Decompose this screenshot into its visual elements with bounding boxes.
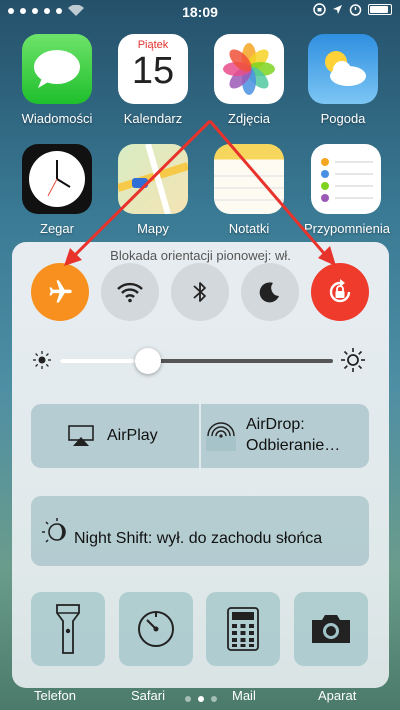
bluetooth-toggle[interactable] [171, 263, 229, 321]
map-icon [118, 144, 188, 214]
dock-label-phone[interactable]: Telefon [34, 688, 76, 703]
airdrop-button[interactable]: AirDrop: Odbieranie… [201, 404, 369, 468]
airplay-button[interactable]: AirPlay [31, 404, 199, 468]
status-bar: 18:09 [0, 0, 400, 24]
app-calendar[interactable]: Piątek 15 Kalendarz [111, 34, 195, 126]
clock-face-icon [29, 151, 85, 207]
alarm-status-icon [349, 4, 362, 16]
dock-label-camera[interactable]: Aparat [318, 688, 356, 703]
airplane-mode-toggle[interactable] [31, 263, 89, 321]
do-not-disturb-toggle[interactable] [241, 263, 299, 321]
photos-flower-icon [223, 43, 275, 95]
airdrop-label-line1: AirDrop: [246, 416, 305, 433]
airplane-icon [49, 280, 72, 303]
flashlight-button[interactable] [31, 592, 105, 666]
app-photos[interactable]: Zdjęcia [207, 34, 291, 126]
app-label: Notatki [228, 221, 270, 236]
page-indicator [185, 696, 217, 702]
app-label: Wiadomości [21, 111, 93, 126]
battery-icon [368, 4, 392, 15]
weather-sun-cloud-icon [325, 51, 366, 86]
brightness-slider-knob[interactable] [135, 348, 162, 374]
orientation-lock-hint: Blokada orientacji pionowej: wł. [110, 248, 291, 263]
app-label: Przypomnienia [304, 221, 390, 236]
night-shift-label: Night Shift: wył. do zachodu słońca [74, 530, 323, 547]
calendar-day-number: 15 [131, 50, 175, 92]
app-clock[interactable]: Zegar [15, 144, 99, 236]
orientation-lock-toggle[interactable] [311, 263, 369, 321]
flashlight-icon [56, 604, 80, 654]
brightness-high-icon [341, 348, 365, 372]
app-label: Zdjęcia [228, 111, 270, 126]
app-label: Mapy [137, 221, 169, 236]
location-status-icon [333, 5, 342, 14]
timer-button[interactable] [119, 592, 193, 666]
app-maps[interactable]: Mapy [111, 144, 195, 236]
app-weather[interactable]: Pogoda [301, 34, 385, 126]
moon-icon [259, 282, 279, 303]
wifi-toggle[interactable] [101, 263, 159, 321]
app-label: Pogoda [320, 111, 366, 126]
reminders-list-icon [321, 158, 373, 202]
app-label: Zegar [40, 221, 74, 236]
dock-label-mail[interactable]: Mail [232, 688, 256, 703]
camera-button[interactable] [294, 592, 368, 666]
airplay-label: AirPlay [107, 427, 158, 444]
brightness-slider[interactable] [60, 359, 333, 363]
bluetooth-icon [193, 282, 206, 302]
brightness-low-icon [33, 351, 51, 369]
rotation-lock-icon [329, 279, 351, 303]
camera-icon [312, 615, 350, 643]
wifi-icon [117, 282, 143, 303]
notes-lines-icon [214, 175, 284, 201]
app-notes[interactable]: Notatki [207, 144, 291, 236]
orientation-lock-status-icon [313, 3, 326, 16]
app-messages[interactable]: Wiadomości [15, 34, 99, 126]
dock-label-safari[interactable]: Safari [131, 688, 165, 703]
timer-icon [138, 611, 174, 647]
airplay-icon [68, 425, 94, 446]
calculator-icon [227, 607, 259, 651]
airdrop-label-line2: Odbieranie… [246, 437, 341, 454]
airdrop-icon [206, 422, 236, 451]
speech-bubble-icon [34, 50, 80, 88]
app-reminders[interactable]: Przypomnienia [304, 144, 390, 236]
night-shift-icon [42, 518, 66, 543]
calculator-button[interactable] [206, 592, 280, 666]
app-label: Kalendarz [123, 111, 183, 126]
